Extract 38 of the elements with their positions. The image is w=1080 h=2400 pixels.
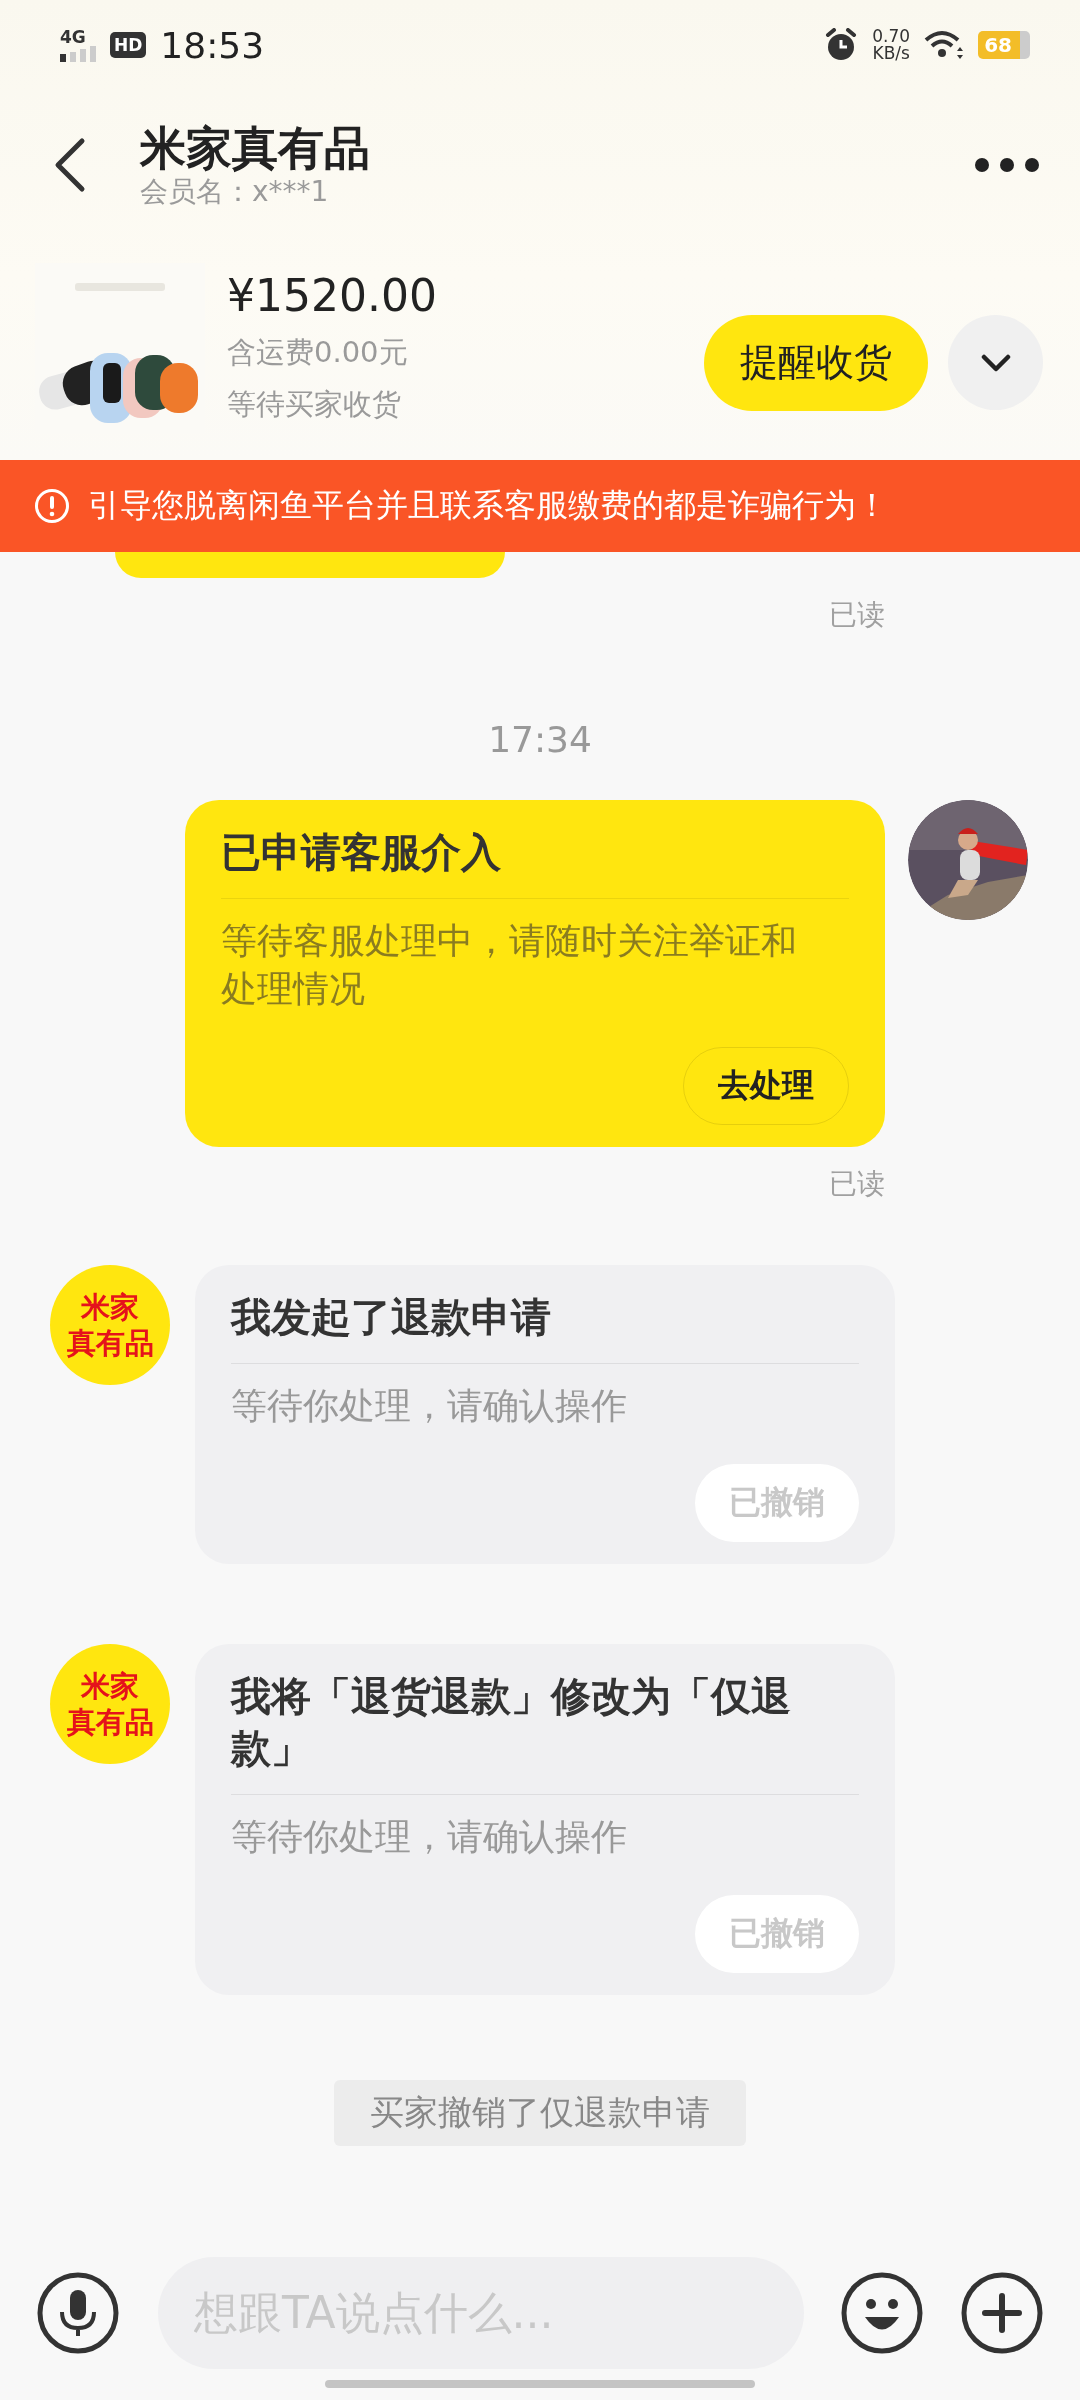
card-title: 我发起了退款申请 (231, 1291, 859, 1364)
avatar-text: 米家 (81, 1289, 139, 1325)
hd-badge: HD (110, 32, 147, 58)
chevron-down-icon (980, 353, 1011, 372)
warning-text: 引导您脱离闲鱼平台并且联系客服缴费的都是诈骗行为！ (88, 485, 888, 526)
read-receipt: 已读 (828, 597, 886, 633)
microphone-icon[interactable] (37, 2271, 119, 2354)
member-name: 会员名：x***1 (140, 175, 330, 209)
alarm-icon (824, 28, 859, 62)
add-icon[interactable] (961, 2271, 1043, 2354)
speed-unit: KB/s (872, 45, 910, 62)
avatar-text: 米家 (81, 1668, 139, 1704)
card-text: 等待客服处理中，请随时关注举证和处理情况 (221, 919, 798, 1011)
more-icon[interactable] (974, 157, 1040, 173)
wifi-icon (924, 29, 965, 61)
speed-value: 0.70 (872, 28, 911, 45)
signal-icon (60, 46, 96, 62)
avatar-text: 真有品 (66, 1325, 154, 1361)
shop-title: 米家真有品 (140, 121, 371, 175)
battery-indicator: 68 (978, 31, 1030, 59)
shop-avatar[interactable]: 米家 真有品 (50, 1644, 170, 1764)
clock-time: 18:53 (160, 24, 265, 66)
order-status: 等待买家收货 (227, 386, 402, 423)
price-text: ¥1520.00 (227, 270, 438, 321)
remind-button[interactable]: 提醒收货 (704, 314, 928, 411)
network-label: 4G (60, 28, 86, 46)
read-receipt: 已读 (828, 1166, 886, 1202)
avatar-text: 真有品 (66, 1704, 154, 1740)
shipping-text: 含运费0.00元 (227, 334, 409, 371)
card-title: 已申请客服介入 (221, 826, 849, 899)
shop-avatar[interactable]: 米家 真有品 (50, 1265, 170, 1385)
card-text: 等待你处理，请确认操作 (231, 1815, 628, 1859)
system-notice: 买家撤销了仅退款申请 (334, 2080, 746, 2146)
card-text: 等待你处理，请确认操作 (231, 1384, 628, 1428)
card-title: 我将「退货退款」修改为「仅退款」 (231, 1670, 859, 1795)
emoji-icon[interactable] (841, 2271, 923, 2354)
warning-icon (34, 488, 70, 524)
timestamp: 17:34 (487, 719, 593, 760)
